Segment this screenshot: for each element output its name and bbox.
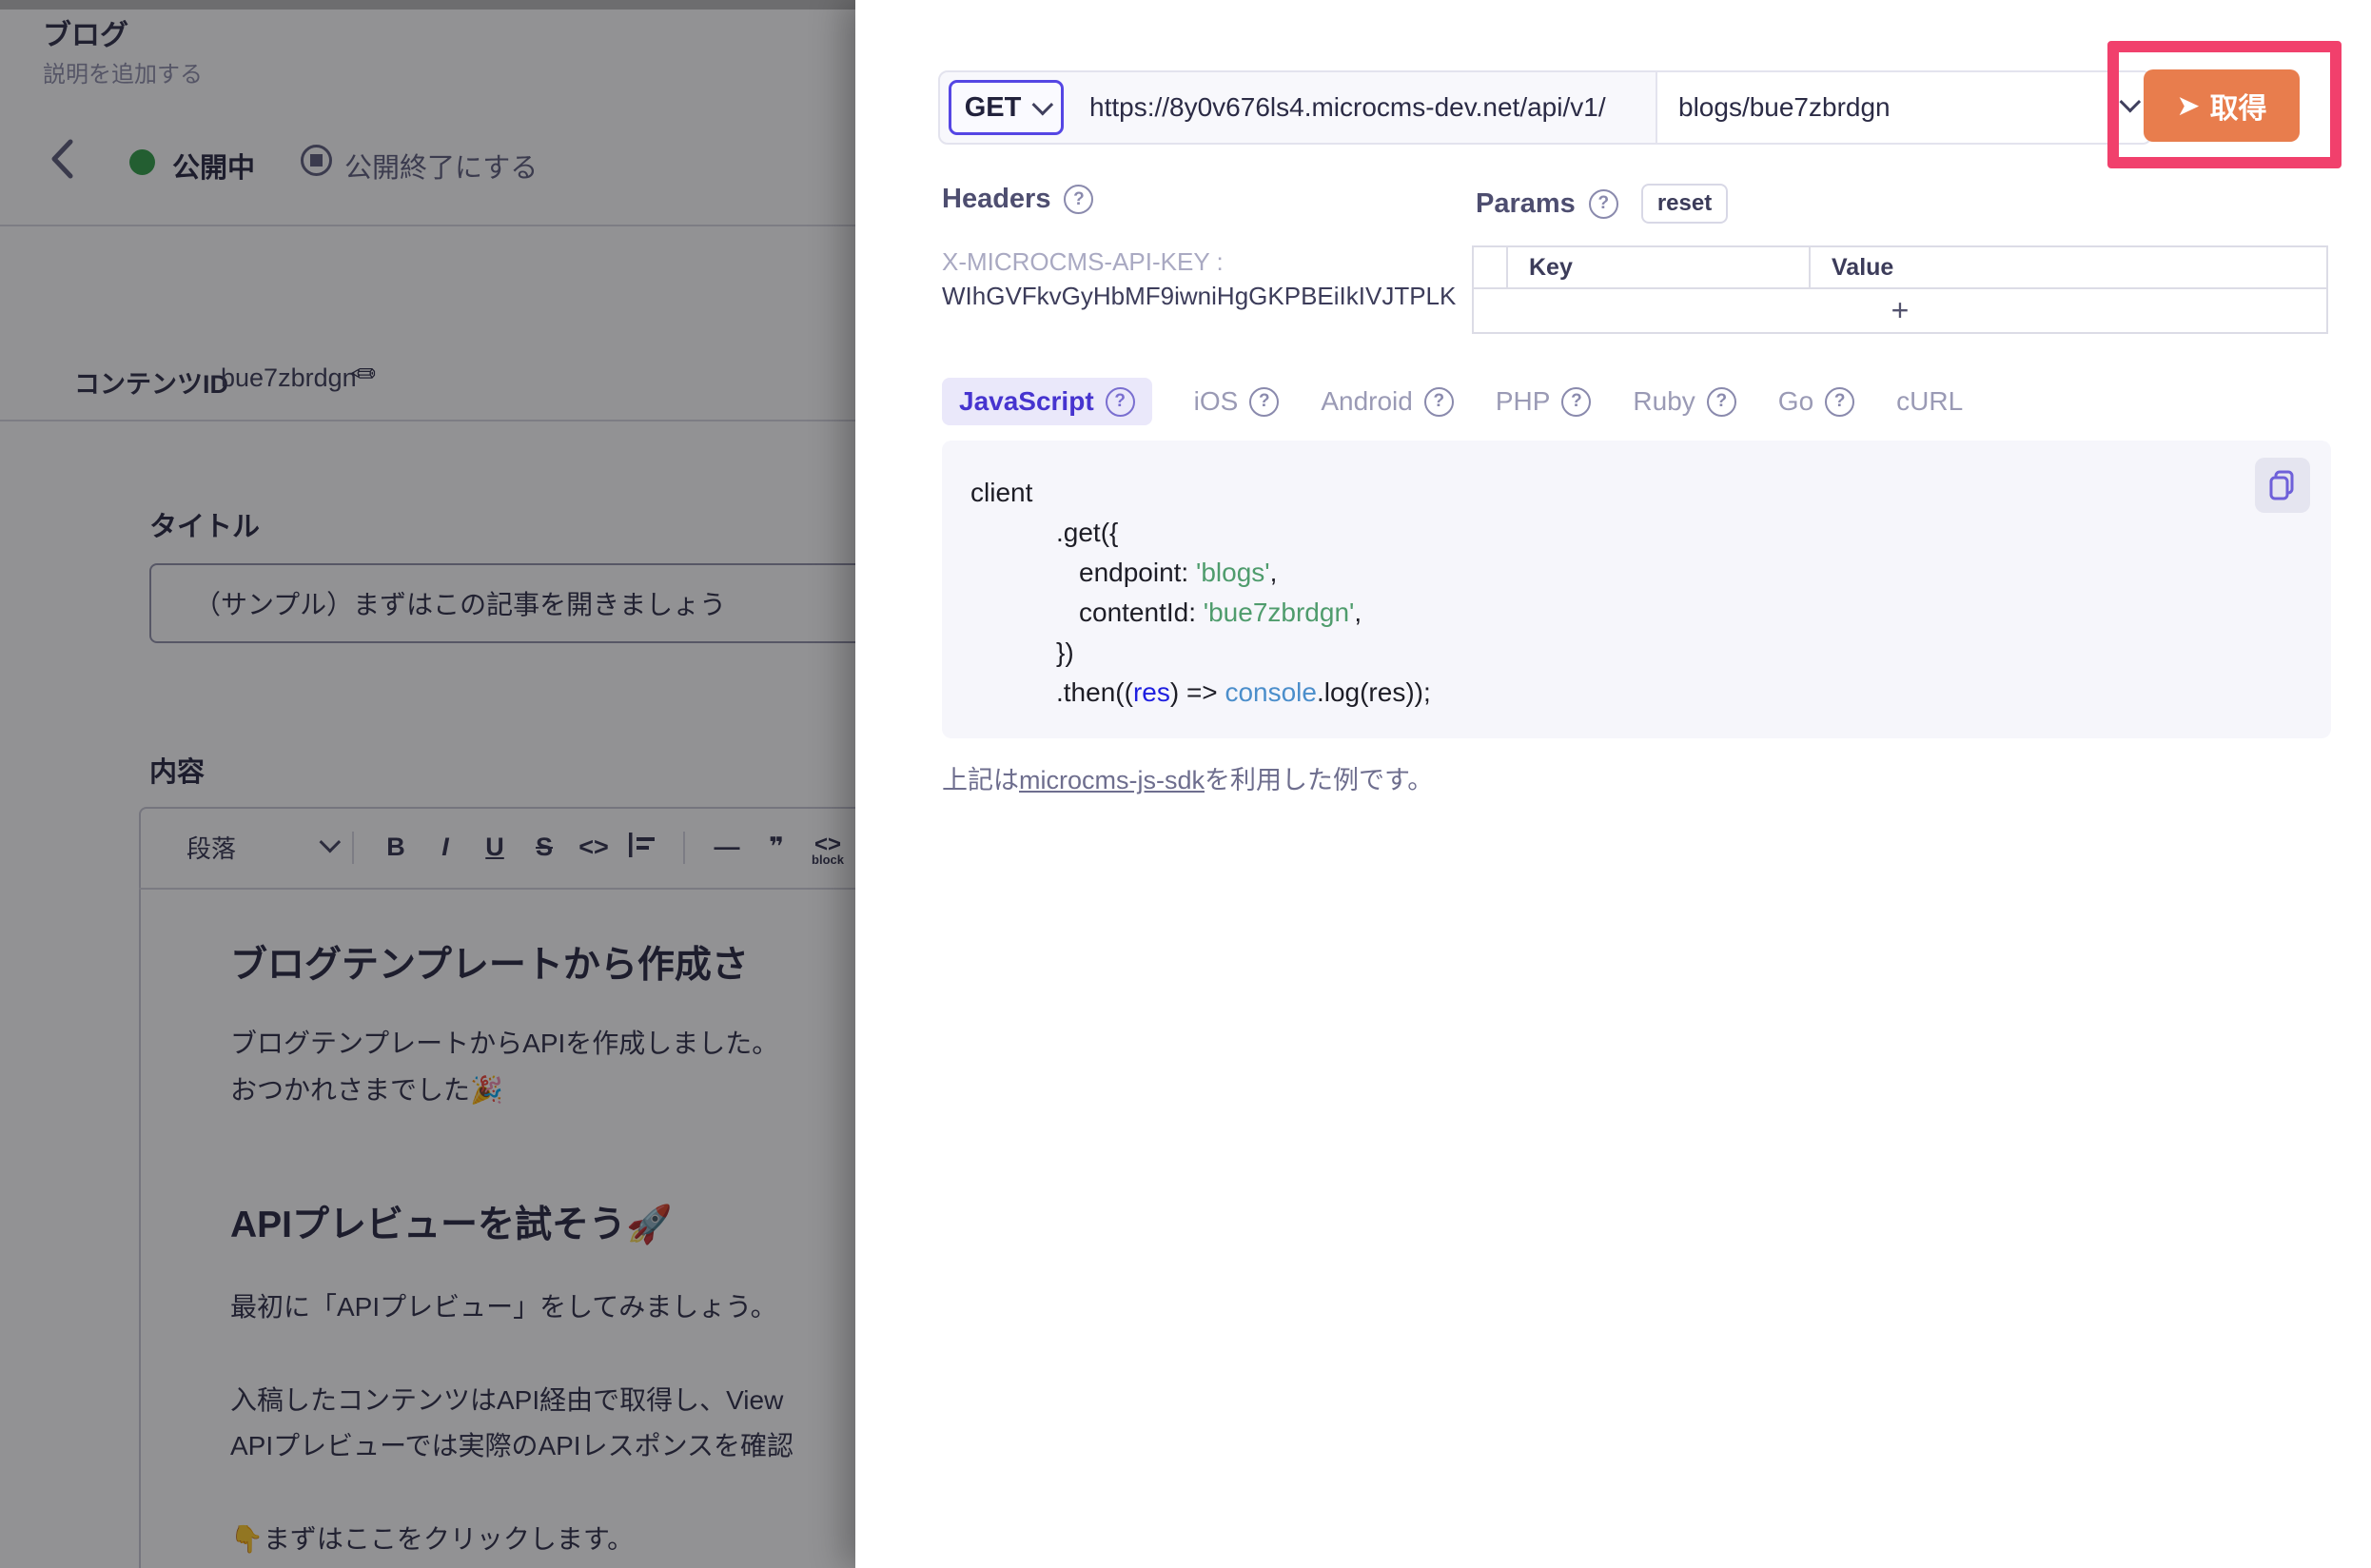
params-section-title: Params ? reset [1476, 184, 1728, 224]
request-bar: GET https://8y0v676ls4.microcms-dev.net/… [938, 70, 2152, 145]
sdk-link[interactable]: microcms-js-sdk [1019, 766, 1205, 794]
params-value-header: Value [1811, 247, 2326, 287]
params-key-header: Key [1508, 247, 1811, 287]
tab-android[interactable]: Android ? [1321, 386, 1454, 417]
tab-ruby[interactable]: Ruby ? [1633, 386, 1735, 417]
chevron-down-icon [2120, 97, 2135, 117]
add-param-row-button[interactable]: + [1474, 289, 2326, 332]
params-table-header: Key Value [1474, 247, 2326, 289]
help-icon[interactable]: ? [1707, 387, 1736, 417]
help-icon[interactable]: ? [1249, 387, 1279, 417]
help-icon[interactable]: ? [1561, 387, 1591, 417]
code-sample-block: client.get({endpoint: 'blogs',contentId:… [942, 441, 2331, 738]
send-icon: ➤ [2176, 89, 2200, 123]
tab-ios[interactable]: iOS ? [1194, 386, 1280, 417]
chevron-down-icon [1032, 94, 1054, 116]
help-icon[interactable]: ? [1106, 387, 1135, 417]
window-top-edge [0, 0, 855, 10]
http-method-select[interactable]: GET [949, 80, 1064, 135]
fetch-button[interactable]: ➤ 取得 [2144, 69, 2300, 142]
endpoint-path-select[interactable]: blogs/bue7zbrdgn [1656, 72, 2150, 143]
help-icon[interactable]: ? [1424, 387, 1454, 417]
http-method-value: GET [965, 92, 1022, 124]
params-checkbox-column [1474, 247, 1508, 287]
api-key-value: WIhGVFkvGyHbMF9iwniHgGKPBEiIkIVJTPLK [942, 282, 1456, 311]
help-icon[interactable]: ? [1589, 189, 1618, 219]
reset-params-button[interactable]: reset [1641, 184, 1728, 224]
headers-section-title: Headers ? [942, 184, 1093, 215]
screen: ブログ 説明を追加する 公開中 公開終了にする コンテンツID bue7zbrd… [0, 0, 2371, 1568]
api-preview-drawer: GET https://8y0v676ls4.microcms-dev.net/… [855, 0, 2371, 1568]
base-url-text: https://8y0v676ls4.microcms-dev.net/api/… [1089, 92, 1606, 123]
help-icon[interactable]: ? [1064, 185, 1093, 214]
tab-go[interactable]: Go ? [1778, 386, 1854, 417]
tab-curl[interactable]: cURL [1896, 386, 1963, 417]
api-key-name: X-MICROCMS-API-KEY : [942, 247, 1224, 277]
copy-code-button[interactable] [2255, 458, 2310, 513]
sdk-note: 上記はmicrocms-js-sdkを利用した例です。 [942, 759, 1433, 796]
language-tabs: JavaScript ? iOS ? Android ? PHP ? Ruby … [942, 378, 1963, 425]
help-icon[interactable]: ? [1825, 387, 1854, 417]
tab-javascript[interactable]: JavaScript ? [942, 378, 1152, 425]
content-editor-panel: ブログ 説明を追加する 公開中 公開終了にする コンテンツID bue7zbrd… [0, 0, 855, 1568]
copy-icon [2266, 469, 2299, 501]
modal-dim-overlay[interactable] [0, 0, 855, 1568]
endpoint-path-value: blogs/bue7zbrdgn [1678, 92, 1891, 123]
params-table: Key Value + [1472, 245, 2328, 334]
code-sample: client.get({endpoint: 'blogs',contentId:… [970, 473, 1431, 713]
tab-php[interactable]: PHP ? [1496, 386, 1592, 417]
